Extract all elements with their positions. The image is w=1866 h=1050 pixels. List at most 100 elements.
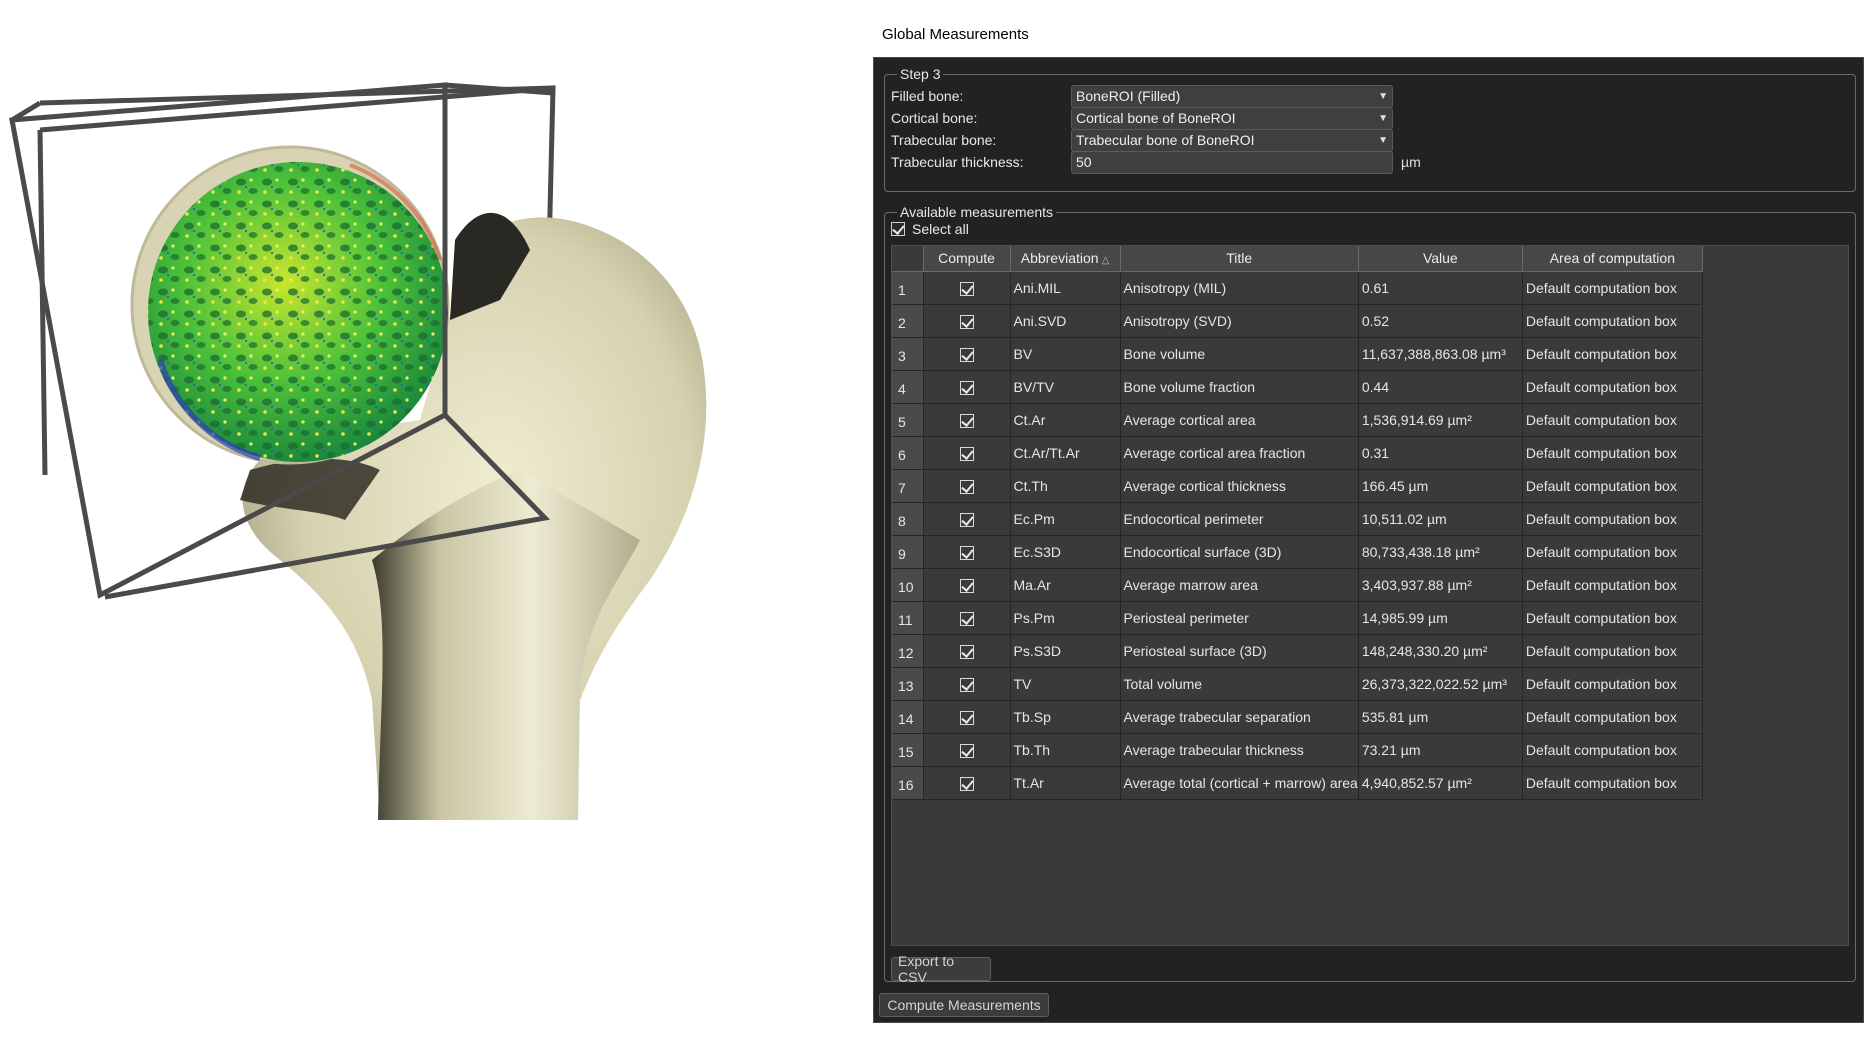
- measurements-table: Compute Abbreviation △ Title Value Area o…: [892, 246, 1703, 800]
- table-row[interactable]: 13 TV Total volume 26,373,322,022.52 µm³ Def…: [892, 667, 1703, 701]
- 3d-viewport[interactable]: [0, 0, 860, 1050]
- compute-checkbox[interactable]: [959, 578, 974, 593]
- select-all-row[interactable]: Select all: [891, 221, 969, 237]
- cortical-bone-dropdown[interactable]: Cortical bone of BoneROI ▼: [1071, 106, 1393, 130]
- area-cell: Default computation box: [1522, 304, 1703, 338]
- column-header-area[interactable]: Area of computation: [1522, 246, 1703, 272]
- area-cell: Default computation box: [1522, 370, 1703, 404]
- compute-checkbox-cell[interactable]: [923, 304, 1011, 338]
- compute-checkbox-cell[interactable]: [923, 700, 1011, 734]
- value-cell: 3,403,937.88 µm²: [1358, 568, 1523, 602]
- export-to-csv-button[interactable]: Export to CSV: [891, 953, 991, 985]
- compute-checkbox[interactable]: [959, 743, 974, 758]
- compute-checkbox-cell[interactable]: [923, 733, 1011, 767]
- chevron-down-icon: ▼: [1378, 112, 1388, 124]
- compute-checkbox[interactable]: [959, 611, 974, 626]
- value-cell: 14,985.99 µm: [1358, 601, 1523, 635]
- compute-checkbox-cell[interactable]: [923, 337, 1011, 371]
- compute-checkbox-cell[interactable]: [923, 634, 1011, 668]
- column-header-abbreviation-label: Abbreviation: [1020, 250, 1099, 267]
- filled-bone-value: BoneROI (Filled): [1076, 88, 1181, 104]
- table-row[interactable]: 9 Ec.S3D Endocortical surface (3D) 80,733,4…: [892, 535, 1703, 569]
- compute-checkbox-cell[interactable]: [923, 436, 1011, 470]
- row-number: 5: [892, 403, 924, 437]
- compute-checkbox[interactable]: [959, 644, 974, 659]
- table-row[interactable]: 16 Tt.Ar Average total (cortical + marrow)…: [892, 766, 1703, 800]
- compute-checkbox-cell[interactable]: [923, 370, 1011, 404]
- abbreviation-cell: Ani.SVD: [1010, 304, 1121, 338]
- table-row[interactable]: 14 Tb.Sp Average trabecular separation 535.…: [892, 700, 1703, 734]
- compute-checkbox-cell[interactable]: [923, 469, 1011, 503]
- trabecular-bone-label: Trabecular bone:: [891, 132, 997, 148]
- compute-checkbox[interactable]: [959, 380, 974, 395]
- compute-checkbox[interactable]: [959, 446, 974, 461]
- title-cell: Total volume: [1120, 667, 1359, 701]
- table-row[interactable]: 1 Ani.MIL Anisotropy (MIL) 0.61 Default comp…: [892, 271, 1703, 305]
- compute-checkbox[interactable]: [959, 776, 974, 791]
- select-all-checkbox[interactable]: [891, 222, 905, 236]
- available-measurements-legend: Available measurements: [897, 204, 1057, 220]
- compute-checkbox-cell[interactable]: [923, 766, 1011, 800]
- value-cell: 11,637,388,863.08 µm³: [1358, 337, 1523, 371]
- table-row[interactable]: 3 BV Bone volume 11,637,388,863.08 µm³ Defau…: [892, 337, 1703, 371]
- title-cell: Average cortical area fraction: [1120, 436, 1359, 470]
- compute-checkbox-cell[interactable]: [923, 601, 1011, 635]
- column-header-compute[interactable]: Compute: [923, 246, 1011, 272]
- compute-checkbox[interactable]: [959, 314, 974, 329]
- title-cell: Average total (cortical + marrow) area: [1120, 766, 1359, 800]
- table-row[interactable]: 11 Ps.Pm Periosteal perimeter 14,985.99 µm D…: [892, 601, 1703, 635]
- compute-checkbox[interactable]: [959, 545, 974, 560]
- bone-rendering: [9, 82, 707, 820]
- area-cell: Default computation box: [1522, 568, 1703, 602]
- table-row[interactable]: 4 BV/TV Bone volume fraction 0.44 Default co…: [892, 370, 1703, 404]
- column-header-title[interactable]: Title: [1120, 246, 1359, 272]
- cortical-bone-row: Cortical bone: Cortical bone of BoneROI …: [891, 106, 1393, 130]
- table-row[interactable]: 12 Ps.S3D Periosteal surface (3D) 148,248,3…: [892, 634, 1703, 668]
- select-all-label: Select all: [912, 221, 969, 237]
- trabecular-bone-row: Trabecular bone: Trabecular bone of Bone…: [891, 128, 1393, 152]
- abbreviation-cell: Tt.Ar: [1010, 766, 1121, 800]
- table-row[interactable]: 5 Ct.Ar Average cortical area 1,536,914.69 …: [892, 403, 1703, 437]
- value-cell: 0.31: [1358, 436, 1523, 470]
- abbreviation-cell: BV: [1010, 337, 1121, 371]
- compute-checkbox[interactable]: [959, 677, 974, 692]
- column-header-abbreviation[interactable]: Abbreviation △: [1010, 246, 1121, 272]
- table-row[interactable]: 7 Ct.Th Average cortical thickness 166.45 µ…: [892, 469, 1703, 503]
- compute-checkbox-cell[interactable]: [923, 667, 1011, 701]
- table-row[interactable]: 10 Ma.Ar Average marrow area 3,403,937.88 µ…: [892, 568, 1703, 602]
- abbreviation-cell: Tb.Th: [1010, 733, 1121, 767]
- area-cell: Default computation box: [1522, 436, 1703, 470]
- row-number: 8: [892, 502, 924, 536]
- filled-bone-dropdown[interactable]: BoneROI (Filled) ▼: [1071, 84, 1393, 108]
- measurements-table-container[interactable]: Compute Abbreviation △ Title Value Area o…: [891, 245, 1849, 946]
- compute-measurements-button[interactable]: Compute Measurements: [879, 993, 1049, 1017]
- compute-checkbox[interactable]: [959, 512, 974, 527]
- table-row[interactable]: 2 Ani.SVD Anisotropy (SVD) 0.52 Default comp…: [892, 304, 1703, 338]
- trabecular-thickness-input[interactable]: 50: [1071, 150, 1393, 174]
- trabecular-bone-dropdown[interactable]: Trabecular bone of BoneROI ▼: [1071, 128, 1393, 152]
- compute-checkbox-cell[interactable]: [923, 502, 1011, 536]
- area-cell: Default computation box: [1522, 502, 1703, 536]
- table-body: 1 Ani.MIL Anisotropy (MIL) 0.61 Default comp…: [892, 271, 1703, 800]
- area-cell: Default computation box: [1522, 469, 1703, 503]
- compute-checkbox-cell[interactable]: [923, 568, 1011, 602]
- compute-checkbox[interactable]: [959, 479, 974, 494]
- column-header-value[interactable]: Value: [1358, 246, 1523, 272]
- compute-checkbox[interactable]: [959, 710, 974, 725]
- compute-checkbox[interactable]: [959, 413, 974, 428]
- value-cell: 535.81 µm: [1358, 700, 1523, 734]
- compute-checkbox-cell[interactable]: [923, 271, 1011, 305]
- row-number: 1: [892, 271, 924, 305]
- row-number: 7: [892, 469, 924, 503]
- compute-checkbox-cell[interactable]: [923, 403, 1011, 437]
- compute-checkbox[interactable]: [959, 347, 974, 362]
- abbreviation-cell: Ct.Th: [1010, 469, 1121, 503]
- table-row[interactable]: 8 Ec.Pm Endocortical perimeter 10,511.02 µm…: [892, 502, 1703, 536]
- table-row[interactable]: 15 Tb.Th Average trabecular thickness 73.21…: [892, 733, 1703, 767]
- compute-checkbox[interactable]: [959, 281, 974, 296]
- value-cell: 148,248,330.20 µm²: [1358, 634, 1523, 668]
- title-cell: Average marrow area: [1120, 568, 1359, 602]
- compute-checkbox-cell[interactable]: [923, 535, 1011, 569]
- table-row[interactable]: 6 Ct.Ar/Tt.Ar Average cortical area fracti…: [892, 436, 1703, 470]
- value-cell: 26,373,322,022.52 µm³: [1358, 667, 1523, 701]
